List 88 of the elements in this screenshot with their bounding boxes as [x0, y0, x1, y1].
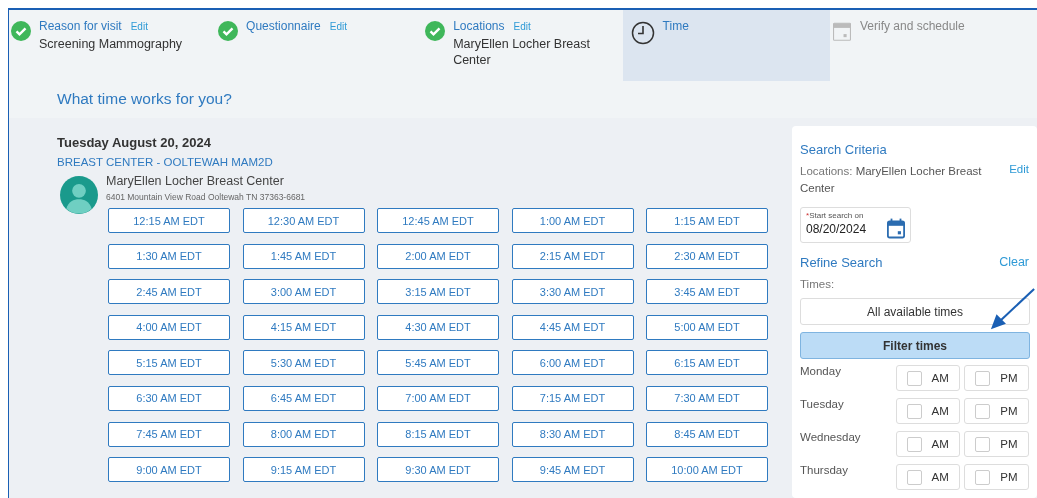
time-slot-button[interactable]: 3:30 AM EDT [511, 279, 634, 305]
time-slot-button[interactable]: 9:30 AM EDT [377, 457, 499, 483]
department-name: BREAST CENTER - OOLTEWAH MAM2D [57, 156, 274, 168]
time-slot-button[interactable]: 10:00 AM EDT [646, 457, 768, 483]
calendar-icon [831, 21, 852, 41]
time-slot-button[interactable]: 7:30 AM EDT [646, 385, 768, 411]
step-label: Reason for visit [39, 19, 122, 33]
times-label: Times: [800, 278, 836, 290]
period-checkbox[interactable]: AM [895, 464, 961, 490]
clock-icon [630, 21, 655, 45]
location-name: MaryEllen Locher Breast Center [106, 174, 285, 188]
period-checkbox[interactable]: PM [964, 365, 1029, 391]
calendar-icon[interactable] [887, 218, 905, 239]
time-slot-button[interactable]: 3:15 AM EDT [377, 279, 499, 305]
time-slot-button[interactable]: 8:30 AM EDT [511, 421, 634, 447]
check-circle-icon [11, 21, 31, 41]
time-slot-button[interactable]: 8:00 AM EDT [242, 421, 365, 447]
edit-link[interactable]: Edit [130, 21, 148, 32]
step-tab[interactable]: Verify and schedule [829, 10, 1037, 81]
time-slot-button[interactable]: 6:15 AM EDT [646, 350, 768, 376]
time-slot-button[interactable]: 1:00 AM EDT [511, 208, 634, 233]
step-tab[interactable]: Time [622, 10, 830, 81]
start-date-field[interactable]: *Start search on 08/20/2024 [800, 207, 911, 243]
time-slot-button[interactable]: 9:45 AM EDT [511, 457, 634, 483]
avatar-icon [60, 176, 98, 214]
time-slot-button[interactable]: 4:30 AM EDT [377, 314, 499, 340]
time-slot-button[interactable]: 8:15 AM EDT [377, 421, 499, 447]
time-slot-button[interactable]: 2:30 AM EDT [646, 243, 768, 269]
location-address: 6401 Mountain View Road Ooltewah TN 37363-6681 [106, 192, 306, 202]
check-circle-icon [218, 21, 239, 41]
period-checkbox[interactable]: AM [895, 365, 961, 391]
time-slot-button[interactable]: 7:15 AM EDT [511, 385, 634, 411]
clear-link[interactable]: Clear [999, 255, 1029, 270]
step-label: Verify and schedule [859, 19, 965, 33]
time-slot-button[interactable]: 2:15 AM EDT [511, 243, 634, 269]
time-slot-button[interactable]: 7:45 AM EDT [108, 421, 230, 447]
panel-title: Search Criteria [800, 142, 888, 157]
time-slot-button[interactable]: 4:15 AM EDT [242, 314, 365, 340]
time-slot-button[interactable]: 5:45 AM EDT [377, 350, 499, 376]
time-slot-button[interactable]: 3:00 AM EDT [242, 279, 365, 305]
section-title: Refine Search [800, 255, 883, 270]
time-slot-button[interactable]: 7:00 AM EDT [377, 385, 499, 411]
step-detail: Screening Mammography [39, 36, 184, 52]
day-label: Tuesday [800, 398, 845, 410]
time-slot-button[interactable]: 6:30 AM EDT [108, 385, 230, 411]
step-tab[interactable]: Locations Edit MaryEllen Locher Breast Center [423, 10, 623, 81]
check-circle-icon [425, 21, 446, 41]
step-detail: MaryEllen Locher Breast Center [453, 36, 591, 68]
time-slot-button[interactable]: 8:45 AM EDT [646, 421, 768, 447]
day-label: Wednesday [800, 431, 862, 443]
step-tab[interactable]: Reason for visit Edit Screening Mammography [9, 10, 217, 81]
time-slot-button[interactable]: 1:15 AM EDT [646, 208, 768, 233]
time-slot-button[interactable]: 2:45 AM EDT [108, 279, 230, 305]
step-tab[interactable]: Questionnaire Edit [216, 10, 424, 81]
time-slot-button[interactable]: 5:15 AM EDT [108, 350, 230, 376]
time-slot-button[interactable]: 3:45 AM EDT [646, 279, 768, 305]
page-heading: What time works for you? [56, 89, 233, 109]
time-slot-button[interactable]: 2:00 AM EDT [377, 243, 499, 269]
date-heading: Tuesday August 20, 2024 [57, 135, 212, 150]
period-checkbox[interactable]: AM [895, 398, 961, 424]
time-slot-button[interactable]: 5:00 AM EDT [646, 314, 768, 340]
period-checkbox[interactable]: PM [964, 398, 1029, 424]
step-label: Locations [453, 19, 505, 33]
step-label: Time [662, 19, 689, 33]
day-label: Monday [800, 365, 842, 377]
period-checkbox[interactable]: PM [964, 464, 1029, 490]
time-slot-button[interactable]: 4:45 AM EDT [511, 314, 634, 340]
edit-link[interactable]: Edit [513, 21, 531, 32]
time-slot-button[interactable]: 6:00 AM EDT [511, 350, 634, 376]
time-slot-button[interactable]: 1:45 AM EDT [242, 243, 365, 269]
day-label: Thursday [800, 464, 849, 476]
locations-text: Locations: MaryEllen Locher Breast Center [800, 164, 983, 196]
period-checkbox[interactable]: AM [895, 431, 961, 457]
period-checkbox[interactable]: PM [964, 431, 1029, 457]
time-slot-button[interactable]: 12:15 AM EDT [108, 208, 230, 233]
edit-link[interactable]: Edit [329, 21, 347, 32]
time-slot-button[interactable]: 12:45 AM EDT [377, 208, 499, 233]
time-slot-button[interactable]: 9:00 AM EDT [108, 457, 230, 483]
edit-link[interactable]: Edit [1009, 163, 1029, 197]
time-option-button[interactable]: All available times [800, 298, 1030, 325]
time-slot-button[interactable]: 5:30 AM EDT [242, 350, 365, 376]
time-slot-button[interactable]: 6:45 AM EDT [242, 385, 365, 411]
step-label: Questionnaire [246, 19, 321, 33]
time-slot-button[interactable]: 4:00 AM EDT [108, 314, 230, 340]
time-option-button[interactable]: Filter times [800, 332, 1030, 359]
time-slot-button[interactable]: 12:30 AM EDT [242, 208, 365, 233]
time-slot-button[interactable]: 1:30 AM EDT [108, 243, 230, 269]
time-slot-button[interactable]: 9:15 AM EDT [242, 457, 365, 483]
